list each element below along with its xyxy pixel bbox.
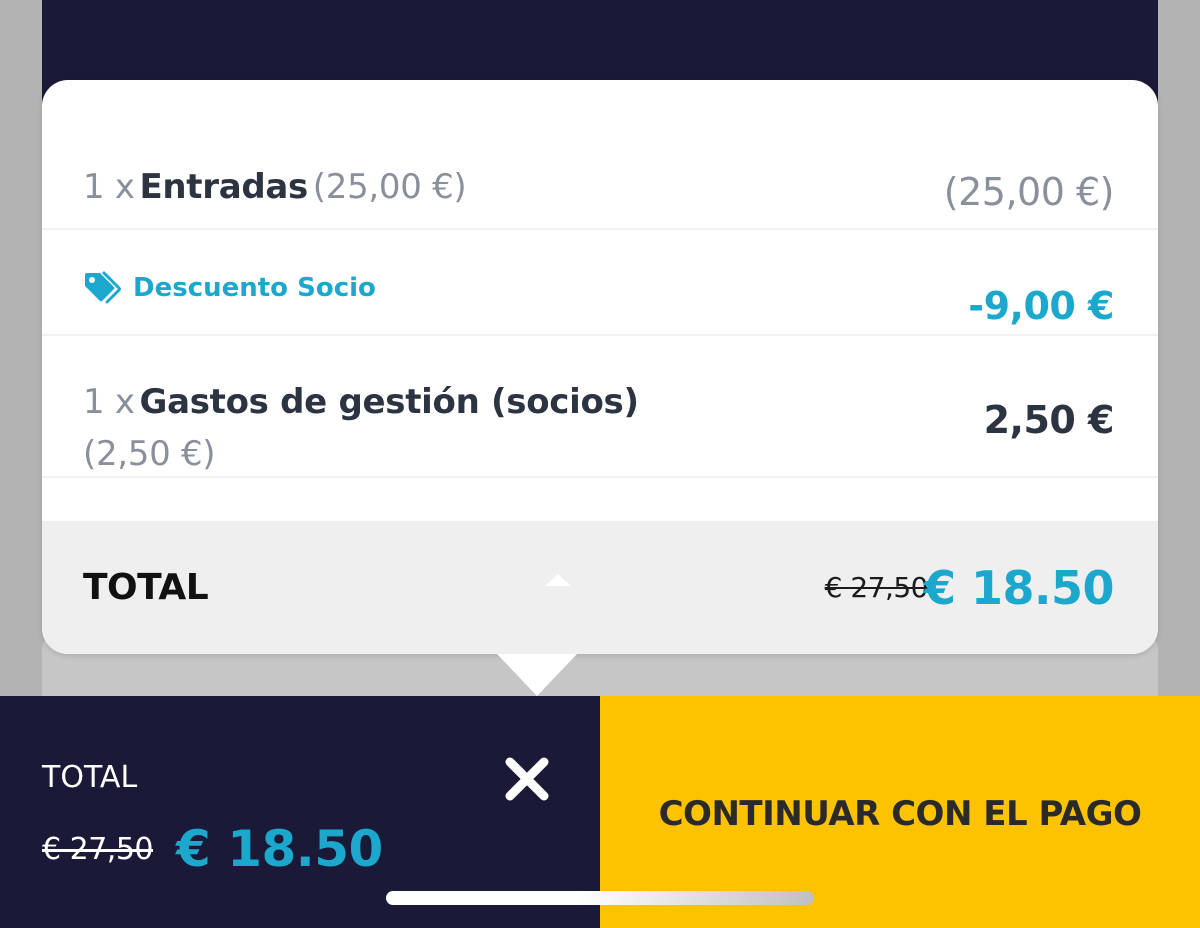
discount-amount: -9,00 € xyxy=(968,284,1114,328)
line-item-entradas: 1 x Entradas (25,00 €) (25,00 €) xyxy=(42,80,1158,230)
summary-total-bar: TOTAL € 27,50 € 18.50 xyxy=(42,521,1158,654)
continue-payment-label: CONTINUAR CON EL PAGO xyxy=(658,794,1142,834)
tag-icon xyxy=(85,271,121,304)
item-unit-price: (25,00 €) xyxy=(312,167,467,207)
footer-old-price: € 27,50 xyxy=(42,832,154,867)
summary-old-price: € 27,50 xyxy=(824,571,929,604)
item-amount: 2,50 € xyxy=(983,398,1115,442)
footer-total-label: TOTAL xyxy=(42,760,138,795)
collapse-caret-icon[interactable] xyxy=(545,574,571,586)
item-name: Gastos de gestión (socios) xyxy=(139,382,639,422)
home-indicator[interactable] xyxy=(386,891,814,905)
close-icon[interactable] xyxy=(496,748,558,810)
item-name: Entradas xyxy=(139,167,308,207)
line-item-fees: 1 x Gastos de gestión (socios) (2,50 €) … xyxy=(42,336,1158,478)
summary-total-label: TOTAL xyxy=(83,567,209,608)
item-unit-price: (2,50 €) xyxy=(83,434,216,474)
discount-label: Descuento Socio xyxy=(133,273,376,303)
item-quantity: 1 x xyxy=(83,382,135,422)
panel-pointer xyxy=(497,654,577,696)
item-quantity: 1 x xyxy=(83,167,135,207)
summary-new-price: € 18.50 xyxy=(923,561,1115,615)
order-summary-panel: 1 x Entradas (25,00 €) (25,00 €) Descuen… xyxy=(42,80,1158,654)
line-item-discount: Descuento Socio -9,00 € xyxy=(42,230,1158,336)
item-amount: (25,00 €) xyxy=(943,170,1115,214)
footer-new-price: € 18.50 xyxy=(176,820,383,878)
